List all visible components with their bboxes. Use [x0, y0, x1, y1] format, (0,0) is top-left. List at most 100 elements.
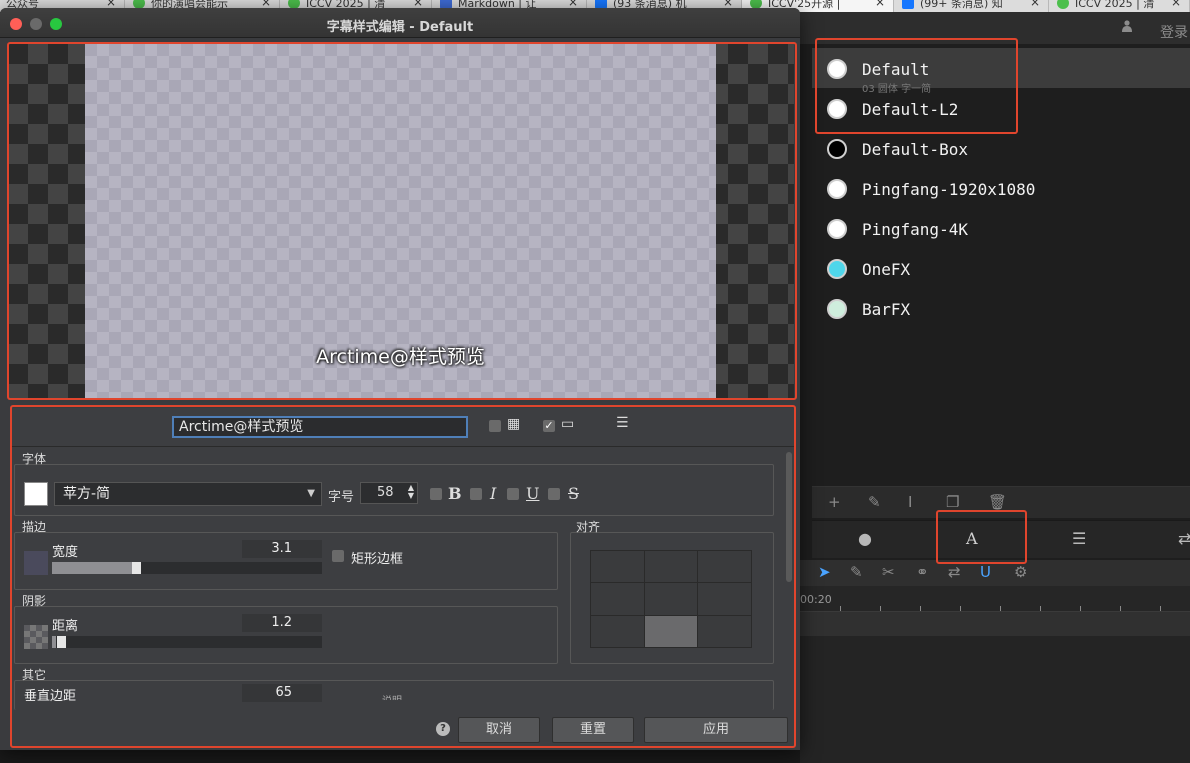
- link-icon[interactable]: ⚭: [916, 563, 929, 581]
- font-size-value: 58: [377, 485, 394, 500]
- font-color-swatch[interactable]: [24, 482, 48, 506]
- style-item[interactable]: BarFX: [812, 288, 1190, 328]
- browser-tab[interactable]: ICCV 2025 | 清 ×: [1049, 0, 1190, 12]
- gear-icon[interactable]: ⚙: [1014, 563, 1027, 581]
- magnet-icon[interactable]: U: [980, 563, 991, 581]
- scissors-icon[interactable]: ✂: [882, 563, 895, 581]
- dialog-title: 字幕样式编辑 - Default: [326, 20, 474, 35]
- shadow-distance-slider[interactable]: [52, 636, 322, 648]
- stroke-width-label: 宽度: [52, 545, 79, 560]
- align-middle-left[interactable]: [591, 583, 644, 615]
- tab-label: ICCV 2025 | 清: [1075, 0, 1155, 10]
- stroke-width-slider[interactable]: [52, 562, 322, 574]
- style-name: Pingfang-4K: [862, 220, 968, 239]
- style-item[interactable]: Pingfang-4K: [812, 208, 1190, 248]
- style-name: Pingfang-1920x1080: [862, 180, 1036, 199]
- font-size-stepper[interactable]: 58 ▲ ▼: [360, 482, 418, 504]
- style-item[interactable]: Default-Box: [812, 128, 1190, 168]
- user-icon[interactable]: [1122, 20, 1132, 32]
- preview-text-input[interactable]: Arctime@样式预览: [172, 416, 468, 438]
- bold-checkbox[interactable]: [430, 488, 442, 500]
- image-bg-checkbox[interactable]: ✓: [543, 420, 555, 432]
- ruler-time: 00:20: [800, 593, 832, 606]
- divider: [12, 446, 796, 447]
- ruler-tick: [1120, 606, 1121, 611]
- close-icon[interactable]: ×: [568, 0, 578, 8]
- rect-border-checkbox[interactable]: [332, 550, 344, 562]
- style-name: Default-L2: [862, 100, 959, 119]
- ruler-tick: [1160, 606, 1161, 611]
- cancel-button[interactable]: 取消: [458, 717, 540, 743]
- align-bottom-center[interactable]: [644, 615, 698, 647]
- align-bottom-left[interactable]: [591, 615, 644, 647]
- browser-tab[interactable]: (99+ 条消息) 知 ×: [894, 0, 1049, 12]
- ruler-tick: [1080, 606, 1081, 611]
- settings-icon[interactable]: ⇄: [1178, 529, 1190, 548]
- trash-icon[interactable]: 🗑: [988, 493, 1007, 511]
- duplicate-icon[interactable]: ❐: [946, 493, 959, 511]
- style-item[interactable]: OneFX: [812, 248, 1190, 288]
- swap-icon[interactable]: ⇄: [948, 563, 961, 581]
- style-list-toolbar: + ✎ I ❐ 🗑: [812, 486, 1190, 518]
- login-link[interactable]: 登录: [1160, 22, 1188, 42]
- dialog-titlebar: 字幕样式编辑 - Default: [0, 8, 800, 38]
- close-icon[interactable]: ×: [106, 0, 116, 8]
- ruler-tick: [1040, 606, 1041, 611]
- font-family-select[interactable]: 苹方-简 ▼: [54, 482, 322, 506]
- list-icon[interactable]: ☰: [616, 415, 629, 431]
- align-middle-center[interactable]: [644, 583, 698, 615]
- image-icon: ▭: [561, 416, 575, 432]
- timeline-area[interactable]: [800, 636, 1190, 763]
- strike-icon: S: [568, 484, 579, 503]
- strike-checkbox[interactable]: [548, 488, 560, 500]
- pointer-icon[interactable]: ➤: [818, 563, 831, 581]
- style-editor-dialog: 字幕样式编辑 - Default Arctime@样式预览 Arctime@样式…: [0, 8, 800, 750]
- align-top-right[interactable]: [698, 551, 751, 583]
- underline-checkbox[interactable]: [507, 488, 519, 500]
- font-style-tab-icon[interactable]: A: [966, 529, 978, 548]
- color-dot: [827, 99, 847, 119]
- stepper-arrows-icon: ▲ ▼: [407, 483, 414, 500]
- align-bottom-right[interactable]: [698, 615, 751, 647]
- close-icon[interactable]: ×: [723, 0, 733, 8]
- style-item[interactable]: Pingfang-1920x1080: [812, 168, 1190, 208]
- film-icon: ▦: [507, 416, 521, 432]
- style-editor-panel: Arctime@样式预览 ▦ ✓ ▭ ☰ 字体 苹方-简 ▼ 字号 58 ▲ ▼ …: [12, 408, 796, 748]
- italic-checkbox[interactable]: [470, 488, 482, 500]
- close-icon[interactable]: ×: [261, 0, 271, 8]
- add-icon[interactable]: +: [828, 493, 841, 511]
- close-icon[interactable]: ×: [1171, 0, 1181, 8]
- list-icon[interactable]: ☰: [1072, 529, 1086, 548]
- comment-icon[interactable]: ●: [858, 529, 872, 548]
- wechat-icon: [1057, 0, 1069, 9]
- help-icon[interactable]: ?: [436, 722, 450, 736]
- close-icon[interactable]: ×: [875, 0, 885, 8]
- close-icon[interactable]: ×: [413, 0, 423, 8]
- shadow-distance-value[interactable]: 1.2: [242, 614, 322, 632]
- ruler-tick: [880, 606, 881, 611]
- edit-icon[interactable]: ✎: [868, 493, 881, 511]
- align-top-center[interactable]: [644, 551, 698, 583]
- close-icon[interactable]: ×: [1030, 0, 1040, 8]
- slider-knob[interactable]: [57, 636, 66, 648]
- color-dot: [827, 139, 847, 159]
- scrollbar[interactable]: [786, 452, 792, 582]
- timeline-track[interactable]: [800, 612, 1190, 636]
- bold-icon: B: [448, 484, 462, 503]
- color-dot: [827, 179, 847, 199]
- stroke-color-swatch[interactable]: [24, 551, 48, 575]
- shadow-color-swatch[interactable]: [24, 625, 48, 649]
- zhihu-icon: [902, 0, 914, 9]
- color-dot: [827, 299, 847, 319]
- text-cursor-icon[interactable]: I: [908, 493, 912, 511]
- slider-knob[interactable]: [132, 562, 141, 574]
- vertical-margin-value[interactable]: 65: [242, 684, 322, 702]
- align-middle-right[interactable]: [698, 583, 751, 615]
- stroke-width-value[interactable]: 3.1: [242, 540, 322, 558]
- edit-icon[interactable]: ✎: [850, 563, 863, 581]
- apply-button[interactable]: 应用: [644, 717, 788, 743]
- video-bg-checkbox[interactable]: [489, 420, 501, 432]
- reset-button[interactable]: 重置: [552, 717, 634, 743]
- rect-border-label: 矩形边框: [351, 552, 404, 567]
- align-top-left[interactable]: [591, 551, 644, 583]
